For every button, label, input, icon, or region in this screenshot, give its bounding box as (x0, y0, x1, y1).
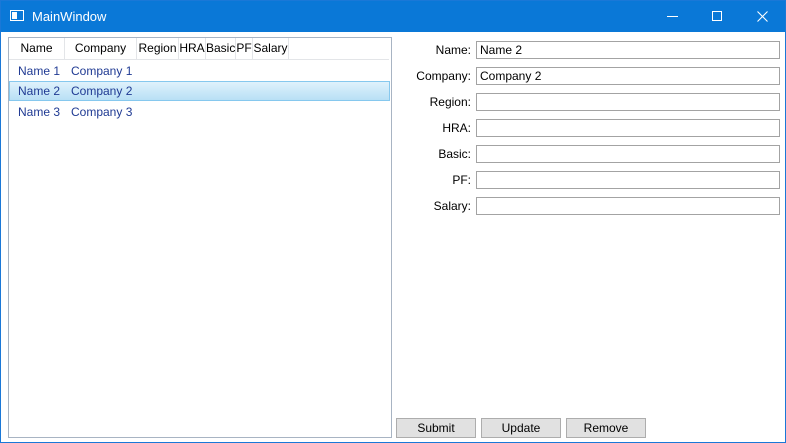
window-icon (10, 10, 24, 21)
name-field[interactable] (476, 41, 780, 59)
column-header-region[interactable]: Region (137, 38, 179, 59)
window-title: MainWindow (32, 9, 107, 24)
region-field[interactable] (476, 93, 780, 111)
pf-field[interactable] (476, 171, 780, 189)
list-header: Name Company Region HRA Basic PF Salary (9, 38, 389, 60)
list-row[interactable]: Name 3 Company 3 (10, 102, 390, 122)
close-icon (757, 11, 768, 22)
cell-company: Company 3 (71, 105, 133, 119)
main-window: MainWindow Name Company Region HRA Basic… (0, 0, 786, 443)
column-header-pf[interactable]: PF (236, 38, 253, 59)
update-button[interactable]: Update (481, 418, 561, 438)
title-bar[interactable]: MainWindow (1, 1, 785, 32)
cell-name: Name 3 (18, 105, 61, 119)
header-divider (9, 59, 389, 60)
region-label: Region: (429, 95, 471, 109)
cell-company: Company 1 (71, 64, 133, 78)
cell-name: Name 2 (18, 84, 61, 98)
minimize-button[interactable] (650, 1, 695, 32)
submit-button[interactable]: Submit (396, 418, 476, 438)
basic-label: Basic: (438, 147, 471, 161)
remove-button[interactable]: Remove (566, 418, 646, 438)
list-row-selected[interactable]: Name 2 Company 2 (9, 81, 390, 101)
company-field[interactable] (476, 67, 780, 85)
cell-company: Company 2 (71, 84, 133, 98)
close-button[interactable] (740, 1, 785, 32)
cell-name: Name 1 (18, 64, 61, 78)
salary-label: Salary: (433, 199, 471, 213)
list-row[interactable]: Name 1 Company 1 (10, 61, 390, 81)
column-header-company[interactable]: Company (65, 38, 137, 59)
column-header-salary[interactable]: Salary (253, 38, 289, 59)
employee-list[interactable]: Name Company Region HRA Basic PF Salary … (8, 37, 392, 438)
hra-label: HRA: (442, 121, 471, 135)
salary-field[interactable] (476, 197, 780, 215)
company-label: Company: (416, 69, 471, 83)
basic-field[interactable] (476, 145, 780, 163)
column-header-hra[interactable]: HRA (179, 38, 206, 59)
hra-field[interactable] (476, 119, 780, 137)
column-header-basic[interactable]: Basic (206, 38, 236, 59)
name-label: Name: (435, 43, 471, 57)
maximize-button[interactable] (695, 1, 740, 32)
column-header-name[interactable]: Name (9, 38, 65, 59)
pf-label: PF: (452, 173, 471, 187)
